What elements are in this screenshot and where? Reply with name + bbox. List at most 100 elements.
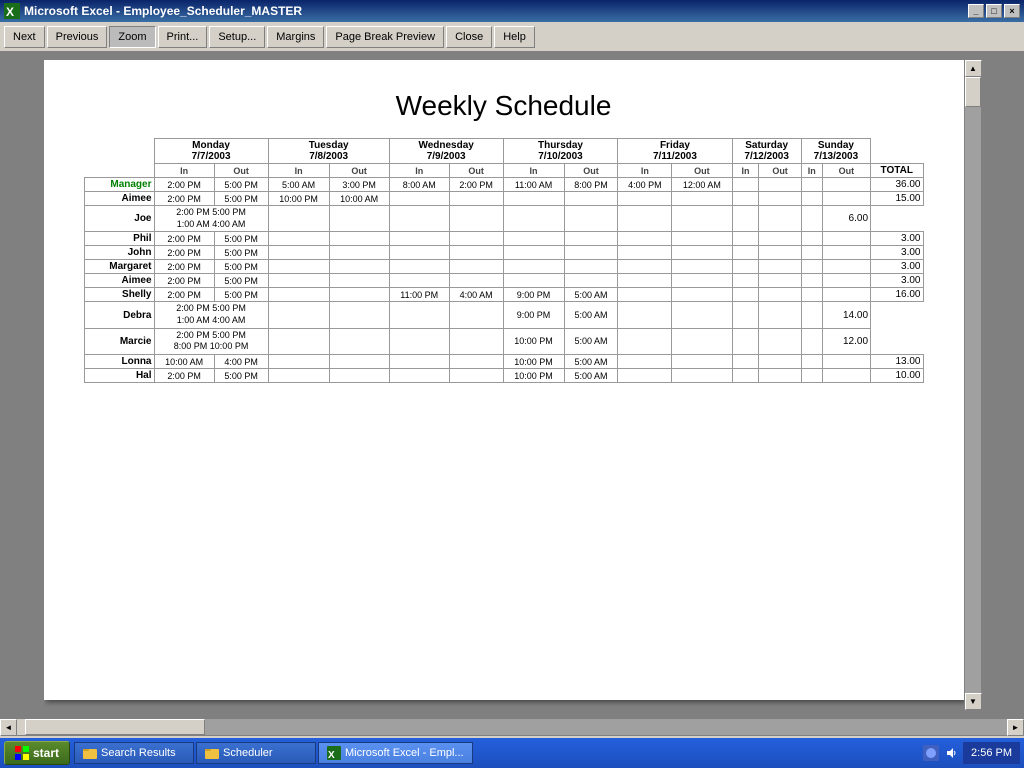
margins-button[interactable]: Margins: [267, 26, 324, 48]
scroll-thumb[interactable]: [965, 77, 981, 107]
print-page: Weekly Schedule Monday7/7/2003 Tuesday7/…: [44, 60, 964, 700]
shift-cell: [732, 178, 759, 192]
maximize-button[interactable]: □: [986, 4, 1002, 18]
previous-button[interactable]: Previous: [47, 26, 108, 48]
vertical-scrollbar[interactable]: ▲ ▼: [964, 60, 981, 710]
shift-cell: 5:00 PM: [214, 260, 268, 274]
shift-cell: [564, 232, 618, 246]
table-row: Phil 2:00 PM 5:00 PM: [84, 232, 923, 246]
shift-cell: [564, 274, 618, 288]
shift-cell: 2:00 PM 5:00 PM 8:00 PM 10:00 PM: [154, 328, 268, 354]
shift-cell: 2:00 PM: [154, 288, 214, 302]
shift-cell: [732, 246, 759, 260]
folder-icon: [205, 746, 219, 760]
print-button[interactable]: Print...: [158, 26, 208, 48]
table-row: Hal 2:00 PM 5:00 PM 10:00 PM 5:00 AM: [84, 369, 923, 383]
taskbar-item-label: Search Results: [101, 747, 176, 759]
shift-cell: [822, 288, 870, 302]
shift-cell: [759, 192, 801, 206]
shift-cell: [672, 192, 732, 206]
svg-text:X: X: [6, 5, 14, 19]
shift-cell: [672, 260, 732, 274]
shift-cell: [732, 328, 759, 354]
shift-cell: [329, 206, 389, 232]
shift-cell: [801, 246, 822, 260]
scroll-up-button[interactable]: ▲: [965, 60, 982, 77]
shift-cell: 5:00 PM: [214, 192, 268, 206]
help-button[interactable]: Help: [494, 26, 535, 48]
shift-cell: [672, 206, 732, 232]
shift-cell: [822, 178, 870, 192]
scroll-left-button[interactable]: ◄: [0, 719, 17, 736]
employee-name: Manager: [84, 178, 154, 192]
total-cell: 15.00: [871, 192, 923, 206]
shift-cell: 12:00 AM: [672, 178, 732, 192]
day-monday: Monday7/7/2003: [154, 139, 268, 164]
shift-cell: [759, 274, 801, 288]
shift-cell: [822, 246, 870, 260]
shift-cell: [329, 355, 389, 369]
inout-header-row: In Out In Out In Out In Out In Out In: [84, 164, 923, 178]
start-button[interactable]: start: [4, 741, 70, 765]
shift-cell: [672, 302, 732, 328]
page-break-preview-button[interactable]: Page Break Preview: [326, 26, 444, 48]
folder-icon: [83, 746, 97, 760]
shift-cell: 9:00 PM: [503, 288, 564, 302]
shift-cell: [449, 369, 503, 383]
horizontal-scrollbar: ◄ ►: [0, 718, 1024, 735]
shift-cell: [268, 369, 329, 383]
close-preview-button[interactable]: Close: [446, 26, 492, 48]
shift-cell: [618, 328, 672, 354]
shift-cell: 10:00 PM: [268, 192, 329, 206]
system-tray: 2:56 PM: [923, 742, 1020, 764]
shift-cell: 5:00 PM: [214, 178, 268, 192]
shift-cell: [449, 260, 503, 274]
shift-cell: [449, 302, 503, 328]
shift-cell: [801, 302, 822, 328]
shift-cell: [822, 274, 870, 288]
next-button[interactable]: Next: [4, 26, 45, 48]
shift-cell: 10:00 AM: [154, 355, 214, 369]
employee-name: Margaret: [84, 260, 154, 274]
shift-cell: 2:00 PM: [154, 178, 214, 192]
close-button[interactable]: ×: [1004, 4, 1020, 18]
shift-cell: [759, 178, 801, 192]
employee-name: Debra: [84, 302, 154, 328]
shift-cell: [801, 178, 822, 192]
shift-cell: [732, 232, 759, 246]
window-controls[interactable]: _ □ ×: [968, 4, 1020, 18]
shift-cell: [618, 192, 672, 206]
shift-cell: [618, 206, 672, 232]
zoom-button[interactable]: Zoom: [109, 26, 155, 48]
h-scroll-thumb[interactable]: [25, 719, 205, 735]
taskbar-item-excel[interactable]: X Microsoft Excel - Empl...: [318, 742, 473, 764]
minimize-button[interactable]: _: [968, 4, 984, 18]
taskbar-items: Search Results Scheduler X Microsoft Exc…: [74, 742, 919, 764]
shift-cell: [618, 232, 672, 246]
shift-cell: [503, 206, 564, 232]
shift-cell: [672, 328, 732, 354]
shift-cell: 2:00 PM: [154, 260, 214, 274]
shift-cell: [759, 369, 801, 383]
shift-cell: [732, 260, 759, 274]
taskbar-item-search-results[interactable]: Search Results: [74, 742, 194, 764]
shift-cell: [822, 260, 870, 274]
shift-cell: [759, 232, 801, 246]
preview-area: Weekly Schedule Monday7/7/2003 Tuesday7/…: [0, 52, 1024, 718]
shift-cell: [329, 302, 389, 328]
taskbar-item-scheduler[interactable]: Scheduler: [196, 742, 316, 764]
shift-cell: 2:00 PM: [154, 246, 214, 260]
shift-cell: [268, 288, 329, 302]
scroll-down-button[interactable]: ▼: [965, 693, 982, 710]
shift-cell: [618, 302, 672, 328]
taskbar-item-label: Microsoft Excel - Empl...: [345, 747, 464, 759]
shift-cell: [449, 274, 503, 288]
shift-cell: 2:00 PM: [154, 369, 214, 383]
scroll-right-button[interactable]: ►: [1007, 719, 1024, 736]
shift-cell: [801, 260, 822, 274]
shift-cell: [822, 355, 870, 369]
employee-name: Aimee: [84, 274, 154, 288]
shift-cell: 10:00 PM: [503, 328, 564, 354]
setup-button[interactable]: Setup...: [209, 26, 265, 48]
shift-cell: [389, 369, 449, 383]
